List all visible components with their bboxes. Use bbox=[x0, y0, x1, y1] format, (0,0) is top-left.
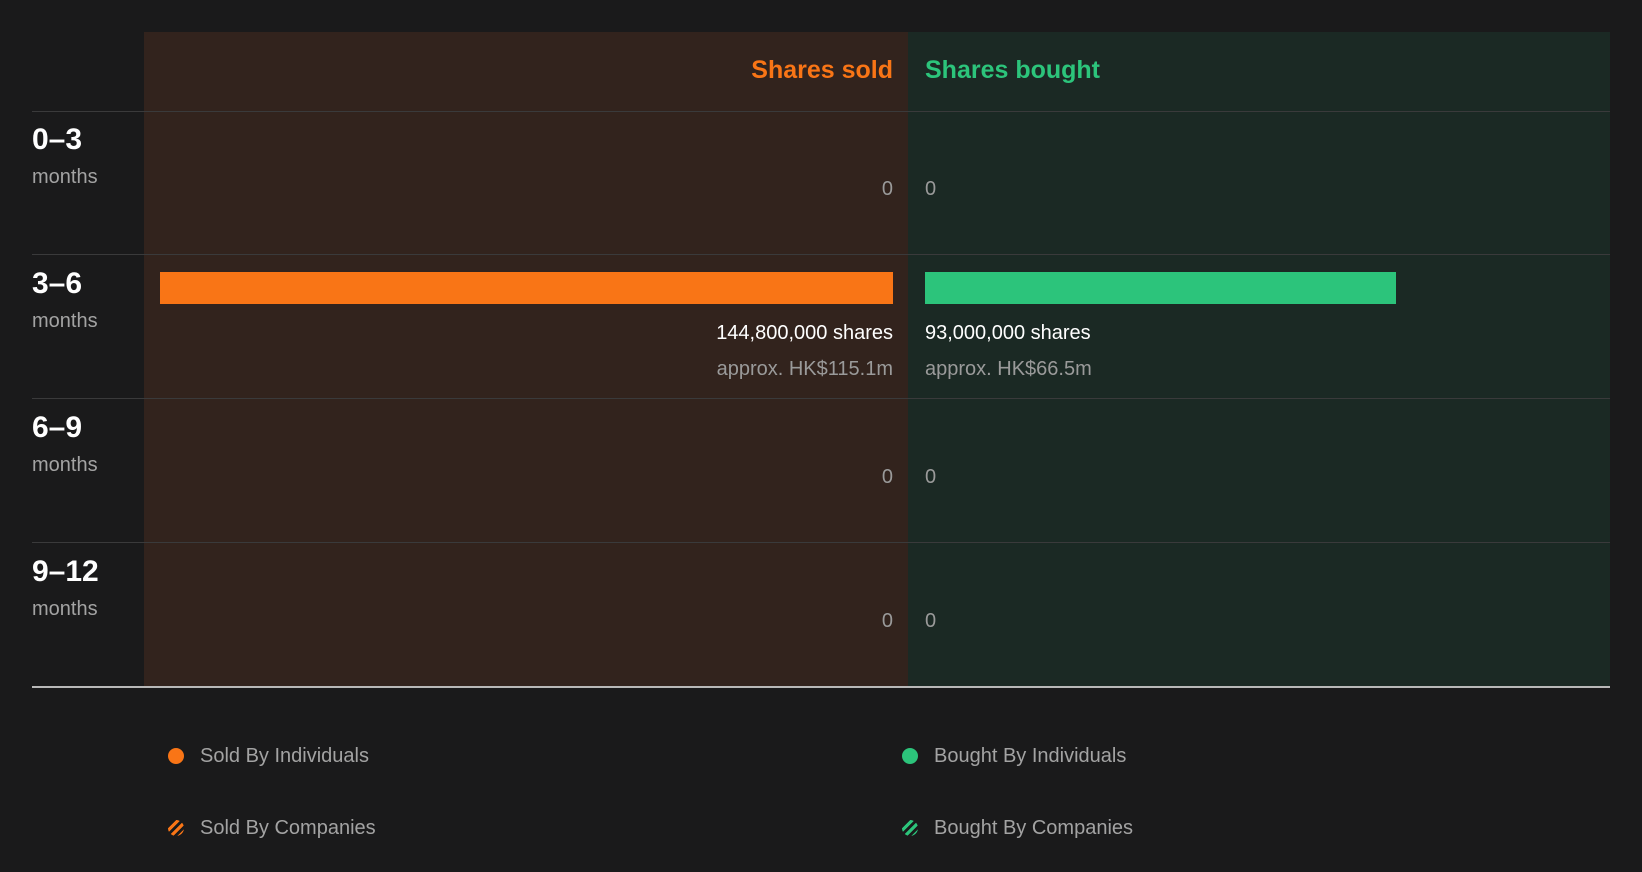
row-unit: months bbox=[32, 454, 98, 476]
row-range: 0–3 bbox=[32, 123, 83, 156]
bought-bar bbox=[925, 272, 1396, 304]
row-divider bbox=[32, 398, 1610, 399]
bought-value-label: 0 bbox=[925, 610, 937, 632]
sold-bar bbox=[160, 272, 893, 304]
row-divider bbox=[32, 542, 1610, 543]
legend-label: Sold By Companies bbox=[200, 816, 376, 839]
legend-label: Sold By Individuals bbox=[200, 744, 369, 767]
legend-label: Bought By Companies bbox=[934, 816, 1134, 839]
legend-label: Bought By Individuals bbox=[934, 744, 1127, 767]
bought-value-label: 0 bbox=[925, 178, 937, 200]
bought-approx-value: approx. HK$66.5m bbox=[925, 358, 1092, 380]
row-label-0-3: 0–3 months bbox=[32, 122, 142, 190]
row-divider bbox=[32, 254, 1610, 255]
row-label-6-9: 6–9 months bbox=[32, 410, 142, 478]
legend-sold-by-individuals: Sold By Individuals bbox=[168, 741, 369, 771]
shares-sold-header: Shares sold bbox=[751, 56, 893, 84]
row-unit: months bbox=[32, 598, 98, 620]
sold-value-label: 0 bbox=[881, 610, 893, 632]
sold-approx-value: approx. HK$115.1m bbox=[716, 358, 893, 380]
row-unit: months bbox=[32, 166, 98, 188]
row-unit: months bbox=[32, 310, 98, 332]
legend-striped-dot-icon bbox=[168, 820, 184, 836]
sold-value-label: 0 bbox=[881, 178, 893, 200]
row-label-3-6: 3–6 months bbox=[32, 266, 142, 334]
legend-bought-by-companies: Bought By Companies bbox=[902, 813, 1133, 843]
shares-bought-header: Shares bought bbox=[925, 56, 1101, 84]
legend-bought-by-individuals: Bought By Individuals bbox=[902, 741, 1126, 771]
row-range: 3–6 bbox=[32, 267, 83, 300]
bought-value-label: 93,000,000 shares bbox=[925, 322, 1091, 344]
row-label-9-12: 9–12 months bbox=[32, 554, 142, 622]
sold-value-label: 144,800,000 shares bbox=[716, 322, 893, 344]
legend-striped-dot-icon bbox=[902, 820, 918, 836]
row-range: 6–9 bbox=[32, 411, 83, 444]
insider-trading-chart: Shares sold Shares bought 0–3 months 3–6… bbox=[0, 0, 1642, 872]
sold-value-label: 0 bbox=[881, 466, 893, 488]
legend-dot-icon bbox=[902, 748, 918, 764]
row-divider bbox=[32, 111, 1610, 112]
bought-value-label: 0 bbox=[925, 466, 937, 488]
row-range: 9–12 bbox=[32, 555, 99, 588]
legend-dot-icon bbox=[168, 748, 184, 764]
chart-baseline bbox=[32, 686, 1610, 688]
legend-sold-by-companies: Sold By Companies bbox=[168, 813, 376, 843]
